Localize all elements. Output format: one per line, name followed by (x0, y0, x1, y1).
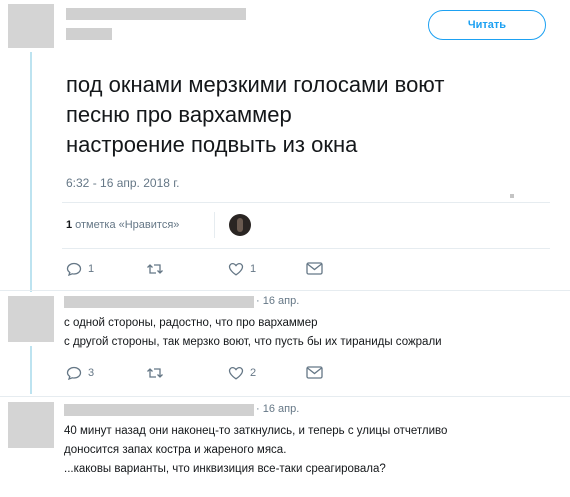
reply-date[interactable]: · 16 апр. (256, 295, 299, 307)
divider (0, 290, 570, 291)
tweet-text-line: под окнами мерзкими голосами воют (66, 72, 445, 97)
like-count: 1 (250, 263, 257, 275)
decorative-dot (510, 194, 514, 198)
retweet-action[interactable] (146, 366, 170, 380)
like-count: 2 (250, 367, 257, 379)
reply-action[interactable]: 1 (66, 262, 94, 276)
divider (62, 248, 550, 249)
mail-icon (306, 262, 323, 275)
liker-avatar[interactable] (229, 214, 251, 236)
reply-icon (66, 262, 82, 276)
divider-vertical (214, 212, 215, 238)
heart-icon (228, 262, 244, 276)
reply-icon (66, 366, 82, 380)
author-avatar[interactable] (8, 4, 54, 48)
reply-text-line: доносится запах костра и жареного мяса. (64, 444, 287, 456)
reply-text: 40 минут назад они наконец-то заткнулись… (64, 422, 447, 479)
tweet-text: под окнами мерзкими голосами воют песню … (66, 70, 556, 160)
tweet-text-line: настроение подвыть из окна (66, 132, 358, 157)
reply-author-redacted[interactable] (64, 404, 254, 416)
thread-connector (30, 346, 32, 394)
retweet-action[interactable] (146, 262, 170, 276)
reply-text-line: ...каковы варианты, что инквизиция все-т… (64, 463, 386, 475)
like-action[interactable]: 2 (228, 366, 256, 380)
dm-action[interactable] (306, 262, 323, 275)
reply-date[interactable]: · 16 апр. (256, 403, 299, 415)
reply-text-line: с другой стороны, так мерзко воют, что п… (64, 336, 442, 348)
divider (62, 202, 550, 203)
reply-action[interactable]: 3 (66, 366, 94, 380)
retweet-icon (147, 368, 163, 378)
like-action[interactable]: 1 (228, 262, 256, 276)
reply-avatar[interactable] (8, 402, 54, 448)
thread-connector (30, 52, 32, 292)
heart-icon (228, 366, 244, 380)
dm-action[interactable] (306, 366, 323, 379)
tweet-text-line: песню про вархаммер (66, 102, 292, 127)
reply-avatar[interactable] (8, 296, 54, 342)
follow-button[interactable]: Читать (428, 10, 546, 40)
mail-icon (306, 366, 323, 379)
reply-count: 1 (88, 263, 95, 275)
reply-author-redacted[interactable] (64, 296, 254, 308)
author-name-redacted[interactable] (66, 8, 246, 20)
reply-text-line: с одной стороны, радостно, что про варха… (64, 317, 318, 329)
likes-summary[interactable]: 1 отметка «Нравится» (66, 219, 179, 231)
reply-text-line: 40 минут назад они наконец-то заткнулись… (64, 425, 448, 437)
reply-text: с одной стороны, радостно, что про варха… (64, 314, 442, 352)
reply-count: 3 (88, 367, 95, 379)
likes-count: 1 (66, 219, 73, 231)
tweet-timestamp[interactable]: 6:32 - 16 апр. 2018 г. (66, 176, 180, 190)
author-handle-redacted[interactable] (66, 28, 112, 40)
retweet-icon (147, 264, 163, 274)
likes-label: отметка «Нравится» (75, 219, 180, 231)
divider (0, 396, 570, 397)
